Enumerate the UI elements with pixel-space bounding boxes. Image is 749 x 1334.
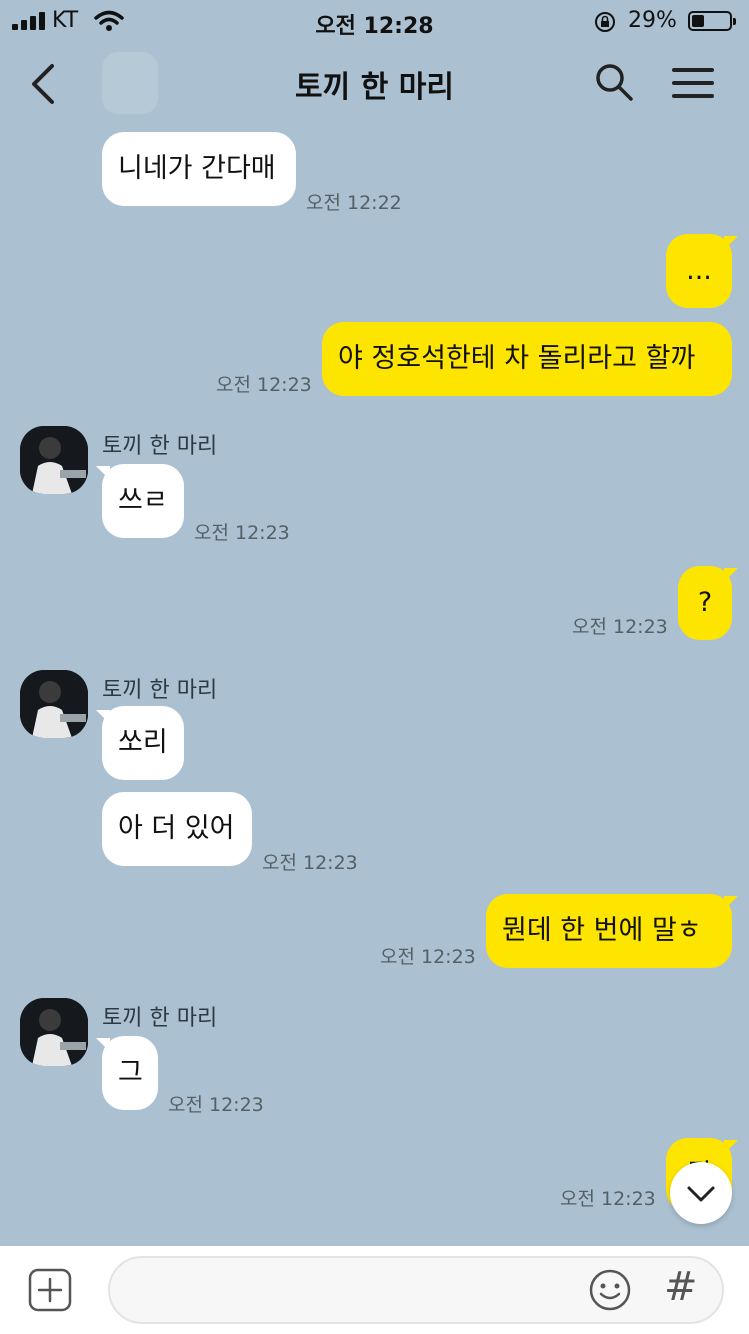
bubble-tail	[724, 896, 738, 910]
message-time: 오전 12:23	[168, 1094, 264, 1116]
scroll-to-bottom-button[interactable]	[670, 1162, 732, 1224]
emoji-icon[interactable]	[588, 1268, 632, 1312]
message-composer: #	[0, 1246, 749, 1334]
menu-icon[interactable]	[672, 66, 716, 100]
message-bubble-outgoing[interactable]: ...	[666, 234, 732, 308]
sender-name: 토끼 한 마리	[102, 1006, 218, 1031]
avatar[interactable]	[20, 426, 88, 494]
bubble-tail	[724, 1140, 738, 1154]
avatar-photo-icon	[20, 426, 88, 494]
avatar[interactable]	[20, 998, 88, 1066]
search-icon[interactable]	[594, 62, 634, 102]
bubble-tail	[724, 236, 738, 250]
message-bubble-incoming[interactable]: 쏘리	[102, 706, 184, 780]
message-time: 오전 12:23	[572, 616, 668, 638]
hashtag-search-button[interactable]: #	[664, 1264, 698, 1310]
message-bubble-outgoing[interactable]: 뭔데 한 번에 말ㅎ	[486, 894, 732, 968]
rotation-lock-icon	[595, 12, 615, 32]
avatar-photo-icon	[20, 670, 88, 738]
message-time: 오전 12:23	[194, 522, 290, 544]
message-time: 오전 12:23	[380, 946, 476, 968]
message-time: 오전 12:22	[306, 192, 402, 214]
bubble-tail	[724, 568, 738, 582]
avatar[interactable]	[20, 670, 88, 738]
message-time: 오전 12:23	[216, 374, 312, 396]
status-bar: KT 오전 12:28 29%	[0, 0, 749, 42]
faded-scrolled-message	[102, 52, 158, 114]
message-time: 오전 12:23	[560, 1188, 656, 1210]
battery-percent: 29%	[628, 8, 677, 33]
message-bubble-incoming[interactable]: 아 더 있어	[102, 792, 252, 866]
sender-name: 토끼 한 마리	[102, 434, 218, 459]
message-bubble-incoming[interactable]: 니네가 간다매	[102, 132, 296, 206]
message-bubble-outgoing[interactable]: 야 정호석한테 차 돌리라고 할까	[322, 322, 732, 396]
plus-icon[interactable]	[28, 1268, 72, 1312]
message-bubble-incoming[interactable]: 쓰ㄹ	[102, 464, 184, 538]
sender-name: 토끼 한 마리	[102, 678, 218, 703]
message-bubble-incoming[interactable]: 그	[102, 1036, 158, 1110]
battery-icon	[688, 11, 736, 31]
chevron-down-icon	[687, 1186, 715, 1202]
message-time: 오전 12:23	[262, 852, 358, 874]
avatar-photo-icon	[20, 998, 88, 1066]
